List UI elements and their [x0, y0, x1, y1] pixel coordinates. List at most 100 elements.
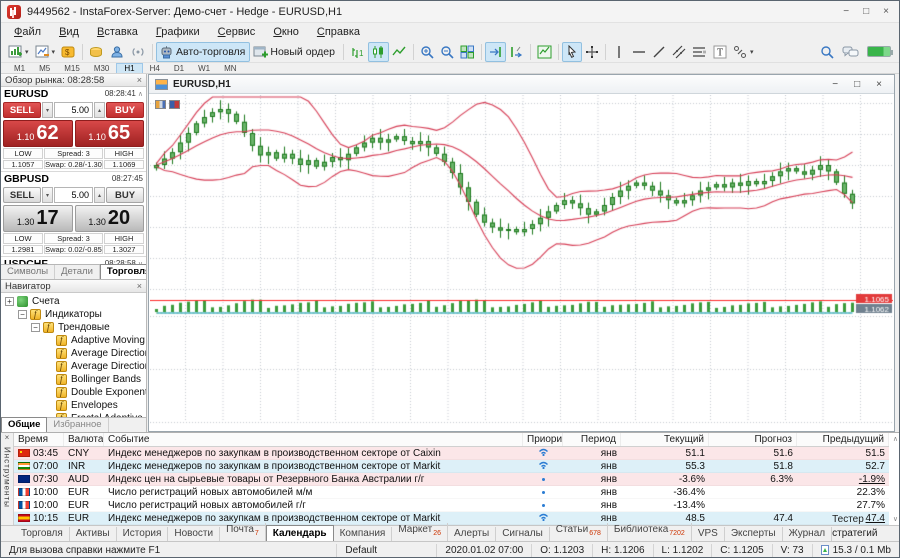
channel-button[interactable] — [669, 42, 689, 62]
horizontal-line-button[interactable] — [629, 42, 649, 62]
accounts-button[interactable] — [107, 42, 127, 62]
chart-overlay-icon[interactable] — [169, 100, 180, 109]
zoom-in-button[interactable] — [417, 42, 437, 62]
timeframe-button[interactable]: M5 — [32, 63, 57, 73]
close-icon[interactable]: × — [137, 75, 142, 85]
volume-increase-button[interactable]: ▴ — [94, 102, 105, 118]
scroll-up-icon[interactable]: ∧ — [893, 435, 898, 443]
col-forecast[interactable]: Прогноз — [709, 433, 797, 446]
buy-button[interactable]: BUY — [106, 102, 144, 118]
objects-list-button[interactable] — [534, 42, 555, 62]
bottom-tab[interactable]: Активы — [70, 527, 117, 541]
timeframe-button[interactable]: D1 — [167, 63, 191, 73]
tree-item[interactable]: + Счета — [1, 295, 146, 308]
col-previous[interactable]: Предыдущий — [797, 433, 889, 446]
shapes-button[interactable]: ▾ — [730, 42, 757, 62]
col-time[interactable]: Время — [14, 433, 64, 446]
menu-item[interactable]: Вставка — [88, 23, 147, 41]
window-maximize-button[interactable]: □ — [863, 3, 869, 21]
bottom-tab[interactable]: Компания — [334, 527, 393, 541]
chart-shift-button[interactable] — [506, 42, 527, 62]
tree-item[interactable]: Double Exponential Moving Average — [1, 386, 146, 399]
calendar-row[interactable]: 07:30 AUD Индекс цен на сырьевые товары … — [14, 473, 889, 486]
bottom-tab[interactable]: Календарь — [266, 525, 334, 541]
expand-toggle-icon[interactable]: − — [18, 310, 27, 319]
vertical-line-button[interactable] — [609, 42, 629, 62]
search-icon[interactable] — [820, 45, 834, 59]
bottom-tab[interactable]: История — [117, 527, 169, 541]
menu-item[interactable]: Вид — [50, 23, 88, 41]
profiles-button[interactable]: ▾ — [32, 42, 59, 62]
bottom-tab[interactable]: Статьи678 — [550, 523, 608, 541]
bottom-tab[interactable]: Сигналы — [496, 527, 550, 541]
timeframe-button[interactable]: MN — [217, 63, 243, 73]
profile-name[interactable]: Default — [337, 544, 437, 558]
col-event[interactable]: Событие — [104, 433, 523, 446]
volume-field[interactable]: 5.00 — [54, 187, 93, 203]
tab-common[interactable]: Общие — [1, 417, 47, 432]
window-close-button[interactable]: × — [883, 3, 889, 21]
tile-windows-button[interactable] — [457, 42, 478, 62]
calendar-row[interactable]: 10:00 EUR Число регистраций новых автомо… — [14, 486, 889, 499]
ask-price-tile[interactable]: 1.30 20 — [75, 205, 145, 232]
bottom-tab[interactable]: Маркет26 — [392, 523, 448, 541]
tree-item[interactable]: Average Directional Movement Index — [1, 347, 146, 360]
text-button[interactable]: T — [710, 42, 730, 62]
close-icon[interactable]: × — [137, 281, 142, 291]
calendar-row[interactable]: 10:00 EUR Число регистраций новых автомо… — [14, 499, 889, 512]
timeframe-button[interactable]: W1 — [191, 63, 217, 73]
mql5-community-button[interactable]: $ — [58, 42, 79, 62]
expand-toggle-icon[interactable]: + — [5, 297, 14, 306]
bars-chart-button[interactable]: 1 — [347, 42, 368, 62]
bottom-tab[interactable]: Торговля — [15, 527, 70, 541]
bottom-tab[interactable]: Библиотека7202 — [608, 523, 692, 541]
cursor-button[interactable] — [562, 42, 582, 62]
price-chart-canvas[interactable] — [150, 95, 893, 431]
timeframe-button[interactable]: H1 — [116, 63, 142, 73]
volume-increase-button[interactable]: ▴ — [94, 187, 105, 203]
line-chart-button[interactable] — [389, 42, 410, 62]
timeframe-button[interactable]: M30 — [87, 63, 117, 73]
menu-item[interactable]: Графики — [147, 23, 209, 41]
candles-chart-button[interactable] — [368, 42, 389, 62]
tab-trading[interactable]: Торговля — [100, 264, 147, 279]
timeframe-button[interactable]: M15 — [57, 63, 87, 73]
tree-item[interactable]: Adaptive Moving Average — [1, 334, 146, 347]
expand-toggle-icon[interactable]: − — [31, 323, 40, 332]
bottom-tab[interactable]: Журнал — [783, 527, 833, 541]
scroll-up-icon[interactable]: ∧ — [138, 90, 143, 98]
volume-decrease-button[interactable]: ▾ — [42, 102, 53, 118]
crosshair-button[interactable] — [582, 42, 602, 62]
close-icon[interactable]: × — [1, 433, 13, 443]
trendline-button[interactable] — [649, 42, 669, 62]
tree-item[interactable]: Average Directional Movement Index Wilde… — [1, 360, 146, 373]
fibonacci-button[interactable] — [689, 42, 710, 62]
autotrading-button[interactable]: Авто-торговля — [156, 42, 250, 62]
tab-favorites[interactable]: Избранное — [47, 418, 108, 432]
volume-decrease-button[interactable]: ▾ — [42, 187, 53, 203]
tree-item[interactable]: − Индикаторы — [1, 308, 146, 321]
calendar-row[interactable]: 07:00 INR Индекс менеджеров по закупкам … — [14, 460, 889, 473]
signals-button[interactable] — [127, 42, 149, 62]
tree-item[interactable]: − Трендовые — [1, 321, 146, 334]
payments-button[interactable] — [86, 42, 107, 62]
tree-item[interactable]: Envelopes — [1, 399, 146, 412]
chart-minimize-button[interactable]: − — [832, 79, 838, 90]
new-chart-button[interactable]: ▾ — [5, 42, 32, 62]
chart-overlay-icon[interactable] — [155, 100, 166, 109]
volume-field[interactable]: 5.00 — [54, 102, 93, 118]
auto-scroll-button[interactable] — [485, 42, 506, 62]
chart-close-button[interactable]: × — [876, 79, 882, 90]
menu-item[interactable]: Файл — [5, 23, 50, 41]
window-minimize-button[interactable]: − — [843, 3, 849, 21]
col-period[interactable]: Период — [563, 433, 621, 446]
timeframe-button[interactable]: H4 — [143, 63, 167, 73]
bottom-tab[interactable]: VPS — [692, 527, 725, 541]
menu-item[interactable]: Окно — [264, 23, 308, 41]
tab-symbols[interactable]: Символы — [1, 265, 55, 279]
menu-item[interactable]: Справка — [308, 23, 369, 41]
sell-button[interactable]: SELL — [3, 102, 41, 118]
ask-price-tile[interactable]: 1.10 65 — [75, 120, 145, 147]
col-actual[interactable]: Текущий — [621, 433, 709, 446]
chart-maximize-button[interactable]: □ — [854, 79, 860, 90]
